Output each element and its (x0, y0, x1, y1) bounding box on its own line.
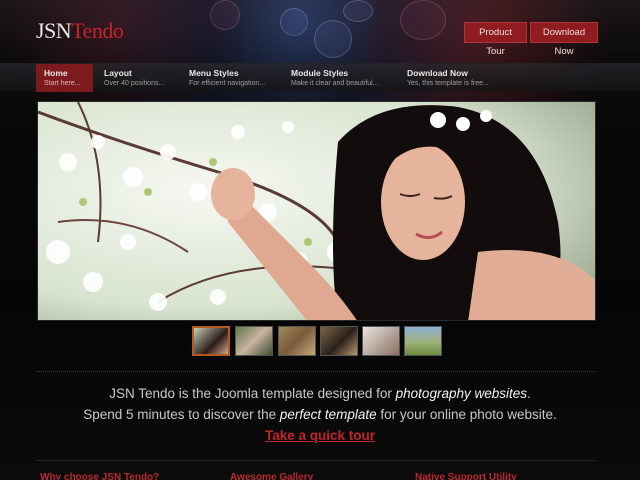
intro-emphasis: photography websites (395, 386, 527, 401)
nav-item-download-now[interactable]: Download Now Yes, this template is free.… (399, 64, 511, 92)
section-divider (37, 460, 596, 461)
hero-photo-illustration (38, 102, 595, 320)
main-navigation: Home Start here... Layout Over 40 positi… (0, 63, 640, 92)
logo-text-tendo: Tendo (71, 18, 124, 43)
nav-item-title: Home (44, 68, 68, 78)
section-divider (37, 371, 596, 372)
thumbnail-4[interactable] (320, 326, 358, 356)
thumbnail-6[interactable] (404, 326, 442, 356)
nav-item-module-styles[interactable]: Module Styles Make it clear and beautifu… (283, 64, 395, 92)
thumbnail-5[interactable] (362, 326, 400, 356)
thumbnail-1[interactable] (192, 326, 230, 356)
nav-item-menu-styles[interactable]: Menu Styles For efficient navigation... (181, 64, 279, 92)
intro-text: Spend 5 minutes to discover the (83, 407, 280, 422)
intro-text: for your online photo website. (376, 407, 557, 422)
bokeh-decoration (400, 0, 446, 40)
feature-heading[interactable]: Awesome Gallery (230, 472, 313, 480)
nav-item-title: Download Now (407, 68, 468, 78)
bokeh-decoration (314, 20, 352, 58)
nav-item-layout[interactable]: Layout Over 40 positions... (96, 64, 178, 92)
product-tour-button[interactable]: Product Tour (464, 22, 527, 57)
nav-item-subtitle: Over 40 positions... (104, 80, 165, 87)
thumbnail-3[interactable] (278, 326, 316, 356)
nav-item-title: Layout (104, 68, 132, 78)
nav-item-subtitle: Make it clear and beautiful... (291, 80, 379, 87)
intro-section: JSN Tendo is the Joomla template designe… (0, 383, 640, 446)
quick-tour-link[interactable]: Take a quick tour (265, 428, 375, 443)
intro-line-1: JSN Tendo is the Joomla template designe… (0, 383, 640, 404)
nav-item-home[interactable]: Home Start here... (36, 64, 93, 92)
site-logo[interactable]: JSNTendo (36, 18, 124, 44)
nav-item-subtitle: For efficient navigation... (189, 80, 266, 87)
intro-text: . (527, 386, 531, 401)
logo-text-jsn: JSN (36, 18, 72, 43)
nav-item-title: Menu Styles (189, 68, 239, 78)
hero-slideshow-image[interactable] (37, 101, 596, 321)
bokeh-decoration (210, 0, 240, 30)
intro-emphasis: perfect template (279, 407, 377, 422)
nav-item-title: Module Styles (291, 68, 349, 78)
thumbnail-2[interactable] (235, 326, 273, 356)
feature-heading[interactable]: Why choose JSN Tendo? (40, 472, 159, 480)
intro-line-2: Spend 5 minutes to discover the perfect … (0, 404, 640, 425)
intro-text: JSN Tendo is the Joomla template designe… (109, 386, 396, 401)
intro-line-3: Take a quick tour (0, 425, 640, 446)
feature-headings-row: Why choose JSN Tendo? Awesome Gallery Na… (40, 472, 600, 480)
download-now-button[interactable]: Download Now (530, 22, 598, 57)
nav-item-subtitle: Yes, this template is free... (407, 80, 489, 87)
nav-item-subtitle: Start here... (44, 80, 81, 87)
bokeh-decoration (343, 0, 373, 22)
feature-heading[interactable]: Native Support Utility (415, 472, 517, 480)
bokeh-decoration (280, 8, 308, 36)
